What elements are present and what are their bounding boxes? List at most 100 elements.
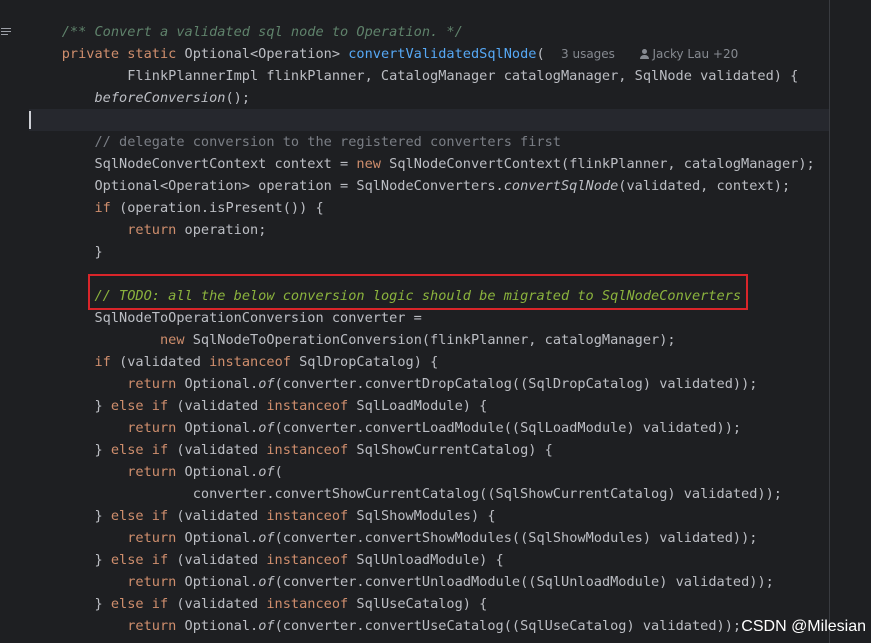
code-line: return Optional.of(converter.convertShow… [29,527,829,549]
author-inlay-hint[interactable]: Jacky Lau +20 [639,47,739,61]
keyword: else if [110,398,177,414]
keyword: instanceof [266,552,357,568]
code-area[interactable]: /** Convert a validated sql node to Oper… [29,21,829,637]
keyword: instanceof [209,354,300,370]
code-text: Optional. [184,376,259,392]
line-comment: // delegate conversion to the registered… [61,134,561,150]
code-line: } else if (validated instanceof SqlShowM… [29,505,829,527]
keyword: instanceof [266,596,357,612]
code-text: } [61,552,111,568]
code-line: beforeConversion(); [29,87,829,109]
code-line: private static Optional<Operation> conve… [29,43,829,65]
code-line: if (operation.isPresent()) { [29,197,829,219]
keyword: else if [110,552,177,568]
keyword: else if [110,596,177,612]
code-line: converter.convertShowCurrentCatalog((Sql… [29,483,829,505]
keyword: instanceof [266,442,357,458]
code-text: FlinkPlannerImpl flinkPlanner, CatalogMa… [61,68,799,84]
code-text: (converter.convertLoadModule((SqlLoadMod… [274,420,742,436]
code-text: } [61,398,111,414]
todo-highlight-box [88,274,748,310]
structure-menu-icon[interactable] [1,28,11,36]
author-label: Jacky Lau +20 [652,47,739,61]
code-line: return Optional.of(converter.convertLoad… [29,417,829,439]
code-text: (); [225,90,251,106]
code-text: SqlLoadModule) { [356,398,488,414]
code-text: SqlUseCatalog) { [356,596,488,612]
code-text: (validated [176,508,267,524]
watermark: CSDN @Milesian [741,618,866,635]
usages-inlay-hint[interactable]: 3 usages [561,47,615,61]
code-text: SqlDropCatalog) { [299,354,439,370]
code-line: } [29,241,829,263]
code-line: return Optional.of(converter.convertUseC… [29,615,829,637]
code-text: SqlNodeToOperationConversion converter = [61,310,422,326]
code-line: } else if (validated instanceof SqlShowC… [29,439,829,461]
code-text: (validated [176,442,267,458]
text-caret [29,111,31,129]
method-call: of [258,376,275,392]
code-editor[interactable]: /** Convert a validated sql node to Oper… [0,0,871,643]
code-line: return Optional.of(converter.convertUnlo… [29,571,829,593]
method-call: of [258,618,275,634]
code-text: (validated [176,596,267,612]
code-text: } [61,508,111,524]
method-call: of [258,530,275,546]
keyword: return [127,574,185,590]
code-text: SqlShowCurrentCatalog) { [356,442,553,458]
doc-comment: /** Convert a validated sql node to Oper… [61,24,463,40]
code-line: } else if (validated instanceof SqlUseCa… [29,593,829,615]
code-line: /** Convert a validated sql node to Oper… [29,21,829,43]
method-call: beforeConversion [94,90,226,106]
person-icon [639,49,649,59]
code-line: return Optional.of(converter.convertDrop… [29,373,829,395]
method-call: of [258,574,275,590]
code-text: } [61,244,103,260]
code-text: Optional. [184,530,259,546]
code-line: } else if (validated instanceof SqlUnloa… [29,549,829,571]
keyword: else if [110,508,177,524]
code-line: Optional<Operation> operation = SqlNodeC… [29,175,829,197]
code-text: SqlNodeConvertContext context = [61,156,357,172]
code-line: SqlNodeConvertContext context = new SqlN… [29,153,829,175]
keyword: return [127,530,185,546]
method-call: convertSqlNode [503,178,619,194]
code-text: SqlNodeConvertContext(flinkPlanner, cata… [389,156,815,172]
code-line: FlinkPlannerImpl flinkPlanner, CatalogMa… [29,65,829,87]
code-text: (converter.convertDropCatalog((SqlDropCa… [274,376,758,392]
code-text: converter.convertShowCurrentCatalog((Sql… [61,486,782,502]
code-text: } [61,596,111,612]
code-text: (validated, context); [618,178,791,194]
code-text: (converter.convertUnloadModule((SqlUnloa… [274,574,774,590]
code-text: SqlShowModules) { [356,508,496,524]
keyword: return [127,222,185,238]
code-text: (validated [119,354,210,370]
code-line: return operation; [29,219,829,241]
code-text: (validated [176,552,267,568]
current-line[interactable] [29,109,829,131]
code-text: Optional. [184,574,259,590]
keyword: else if [110,442,177,458]
code-text: } [61,442,111,458]
code-line: new SqlNodeToOperationConversion(flinkPl… [29,329,829,351]
keyword: return [127,420,185,436]
code-line: // delegate conversion to the registered… [29,131,829,153]
keyword: return [127,618,185,634]
keyword: return [127,464,185,480]
code-text: Optional. [184,618,259,634]
code-text: (converter.convertUseCatalog((SqlUseCata… [274,618,742,634]
keyword: private static [61,46,185,62]
keyword: if [94,354,120,370]
code-text: (operation.isPresent()) { [119,200,324,216]
method-name[interactable]: convertValidatedSqlNode [348,46,536,62]
code-line: SqlNodeToOperationConversion converter = [29,307,829,329]
